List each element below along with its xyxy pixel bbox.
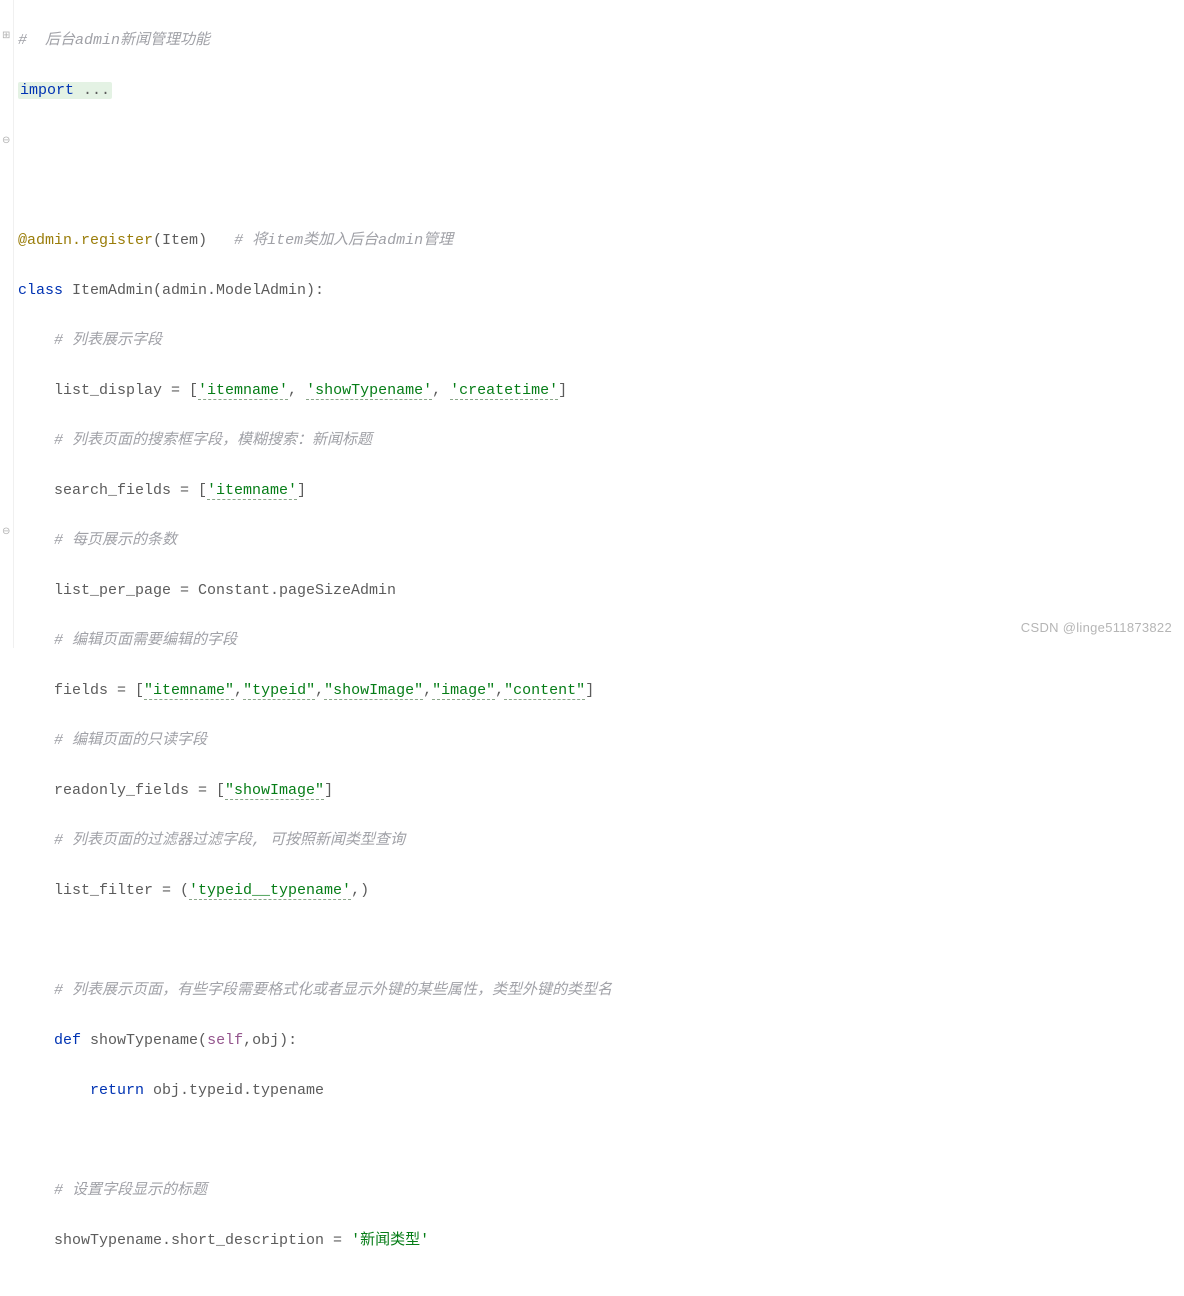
string-literal: 'createtime' xyxy=(450,382,558,400)
blank-line xyxy=(18,178,1184,203)
code-comment: # 编辑页面的只读字段 xyxy=(18,732,207,749)
keyword-return: return xyxy=(18,1082,153,1099)
string-literal: 'itemname' xyxy=(198,382,288,400)
code-text: list_per_page = Constant.pageSizeAdmin xyxy=(18,582,396,599)
string-literal: "typeid" xyxy=(243,682,315,700)
code-comment: # 列表页面的搜索框字段，模糊搜索：新闻标题 xyxy=(18,432,372,449)
keyword-class: class xyxy=(18,282,72,299)
code-comment: # 后台admin新闻管理功能 xyxy=(18,32,210,49)
fold-icon[interactable]: ⊞ xyxy=(2,32,12,42)
code-comment: # 编辑页面需要编辑的字段 xyxy=(18,632,237,649)
decorator: @admin.register xyxy=(18,232,153,249)
code-comment: # 设置字段显示的标题 xyxy=(18,1182,207,1199)
blank-line xyxy=(18,928,1184,953)
gutter: ⊞ ⊖ ⊖ xyxy=(0,0,14,648)
code-area[interactable]: # 后台admin新闻管理功能 import ... @admin.regist… xyxy=(14,0,1184,648)
string-literal: 'typeid__typename' xyxy=(189,882,351,900)
code-comment: # 列表展示页面，有些字段需要格式化或者显示外键的某些属性，类型外键的类型名 xyxy=(18,982,612,999)
code-comment: # 列表页面的过滤器过滤字段, 可按照新闻类型查询 xyxy=(18,832,405,849)
string-literal: "showImage" xyxy=(324,682,423,700)
fold-icon[interactable]: ⊖ xyxy=(2,528,12,538)
keyword-def: def xyxy=(18,1032,90,1049)
string-literal: 'itemname' xyxy=(207,482,297,500)
string-literal: 'showTypename' xyxy=(306,382,432,400)
code-editor[interactable]: ⊞ ⊖ ⊖ # 后台admin新闻管理功能 import ... @admin.… xyxy=(0,0,1184,648)
param-self: self xyxy=(207,1032,243,1049)
code-comment: # 每页展示的条数 xyxy=(18,532,177,549)
string-literal: "itemname" xyxy=(144,682,234,700)
watermark: CSDN @linge511873822 xyxy=(1021,615,1172,640)
string-literal: "image" xyxy=(432,682,495,700)
string-literal: '新闻类型' xyxy=(351,1232,429,1249)
blank-line xyxy=(18,1128,1184,1153)
string-literal: "showImage" xyxy=(225,782,324,800)
code-comment: # 将item类加入后台admin管理 xyxy=(207,232,453,249)
fold-icon[interactable]: ⊖ xyxy=(2,137,12,147)
blank-line xyxy=(18,128,1184,153)
code-comment: # 列表展示字段 xyxy=(18,332,162,349)
string-literal: "content" xyxy=(504,682,585,700)
folded-import[interactable]: import ... xyxy=(18,82,112,99)
